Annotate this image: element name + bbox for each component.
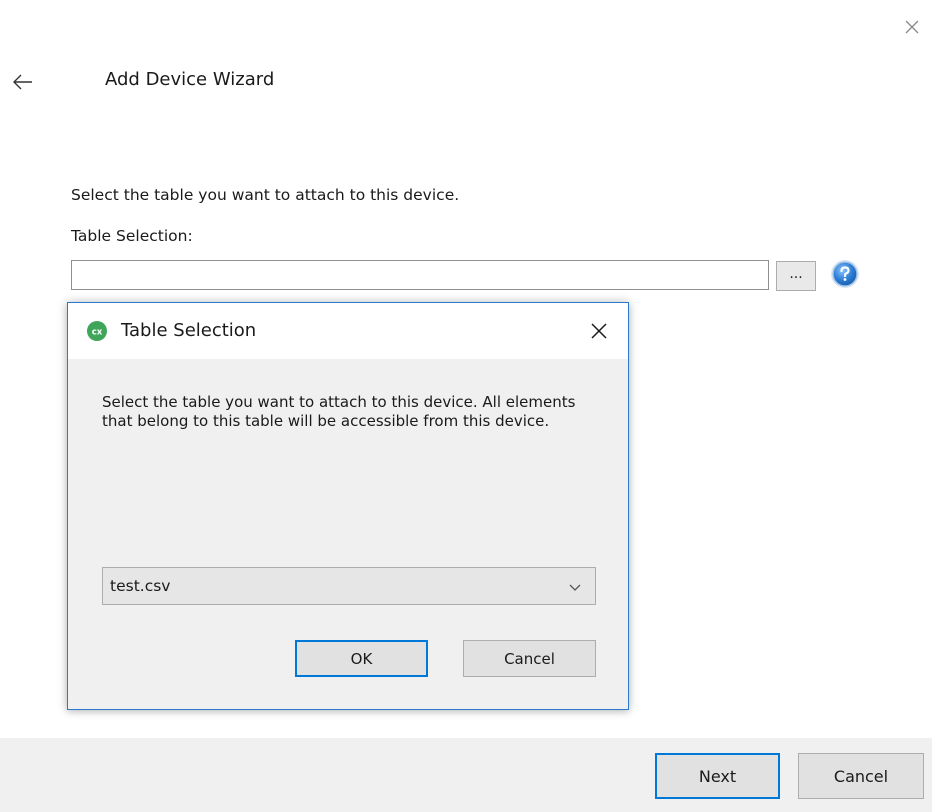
selected-table-value: test.csv bbox=[110, 577, 171, 595]
ok-button[interactable]: OK bbox=[295, 640, 428, 677]
cancel-button[interactable]: Cancel bbox=[798, 753, 924, 799]
table-selection-label: Table Selection: bbox=[71, 227, 193, 245]
dialog-message: Select the table you want to attach to t… bbox=[102, 393, 576, 430]
window-close-icon[interactable] bbox=[899, 14, 925, 40]
browse-button[interactable]: ... bbox=[776, 261, 816, 291]
dialog-close-icon[interactable] bbox=[587, 319, 611, 343]
help-icon[interactable] bbox=[830, 259, 860, 289]
instruction-text: Select the table you want to attach to t… bbox=[71, 186, 460, 204]
wizard-footer bbox=[0, 738, 932, 812]
wizard-title: Add Device Wizard bbox=[105, 69, 275, 90]
svg-text:cx: cx bbox=[92, 328, 103, 338]
app-icon: cx bbox=[86, 320, 108, 342]
chevron-down-icon bbox=[567, 579, 583, 593]
back-arrow-icon[interactable] bbox=[10, 72, 36, 92]
next-button[interactable]: Next bbox=[655, 753, 780, 799]
dialog-titlebar: cx Table Selection bbox=[68, 303, 628, 359]
table-selection-dialog: cx Table Selection Select the table you … bbox=[67, 302, 629, 710]
dialog-title: Table Selection bbox=[121, 320, 257, 341]
table-selection-input[interactable] bbox=[71, 260, 769, 290]
table-select-dropdown[interactable]: test.csv bbox=[102, 567, 596, 605]
dialog-cancel-button[interactable]: Cancel bbox=[463, 640, 596, 677]
